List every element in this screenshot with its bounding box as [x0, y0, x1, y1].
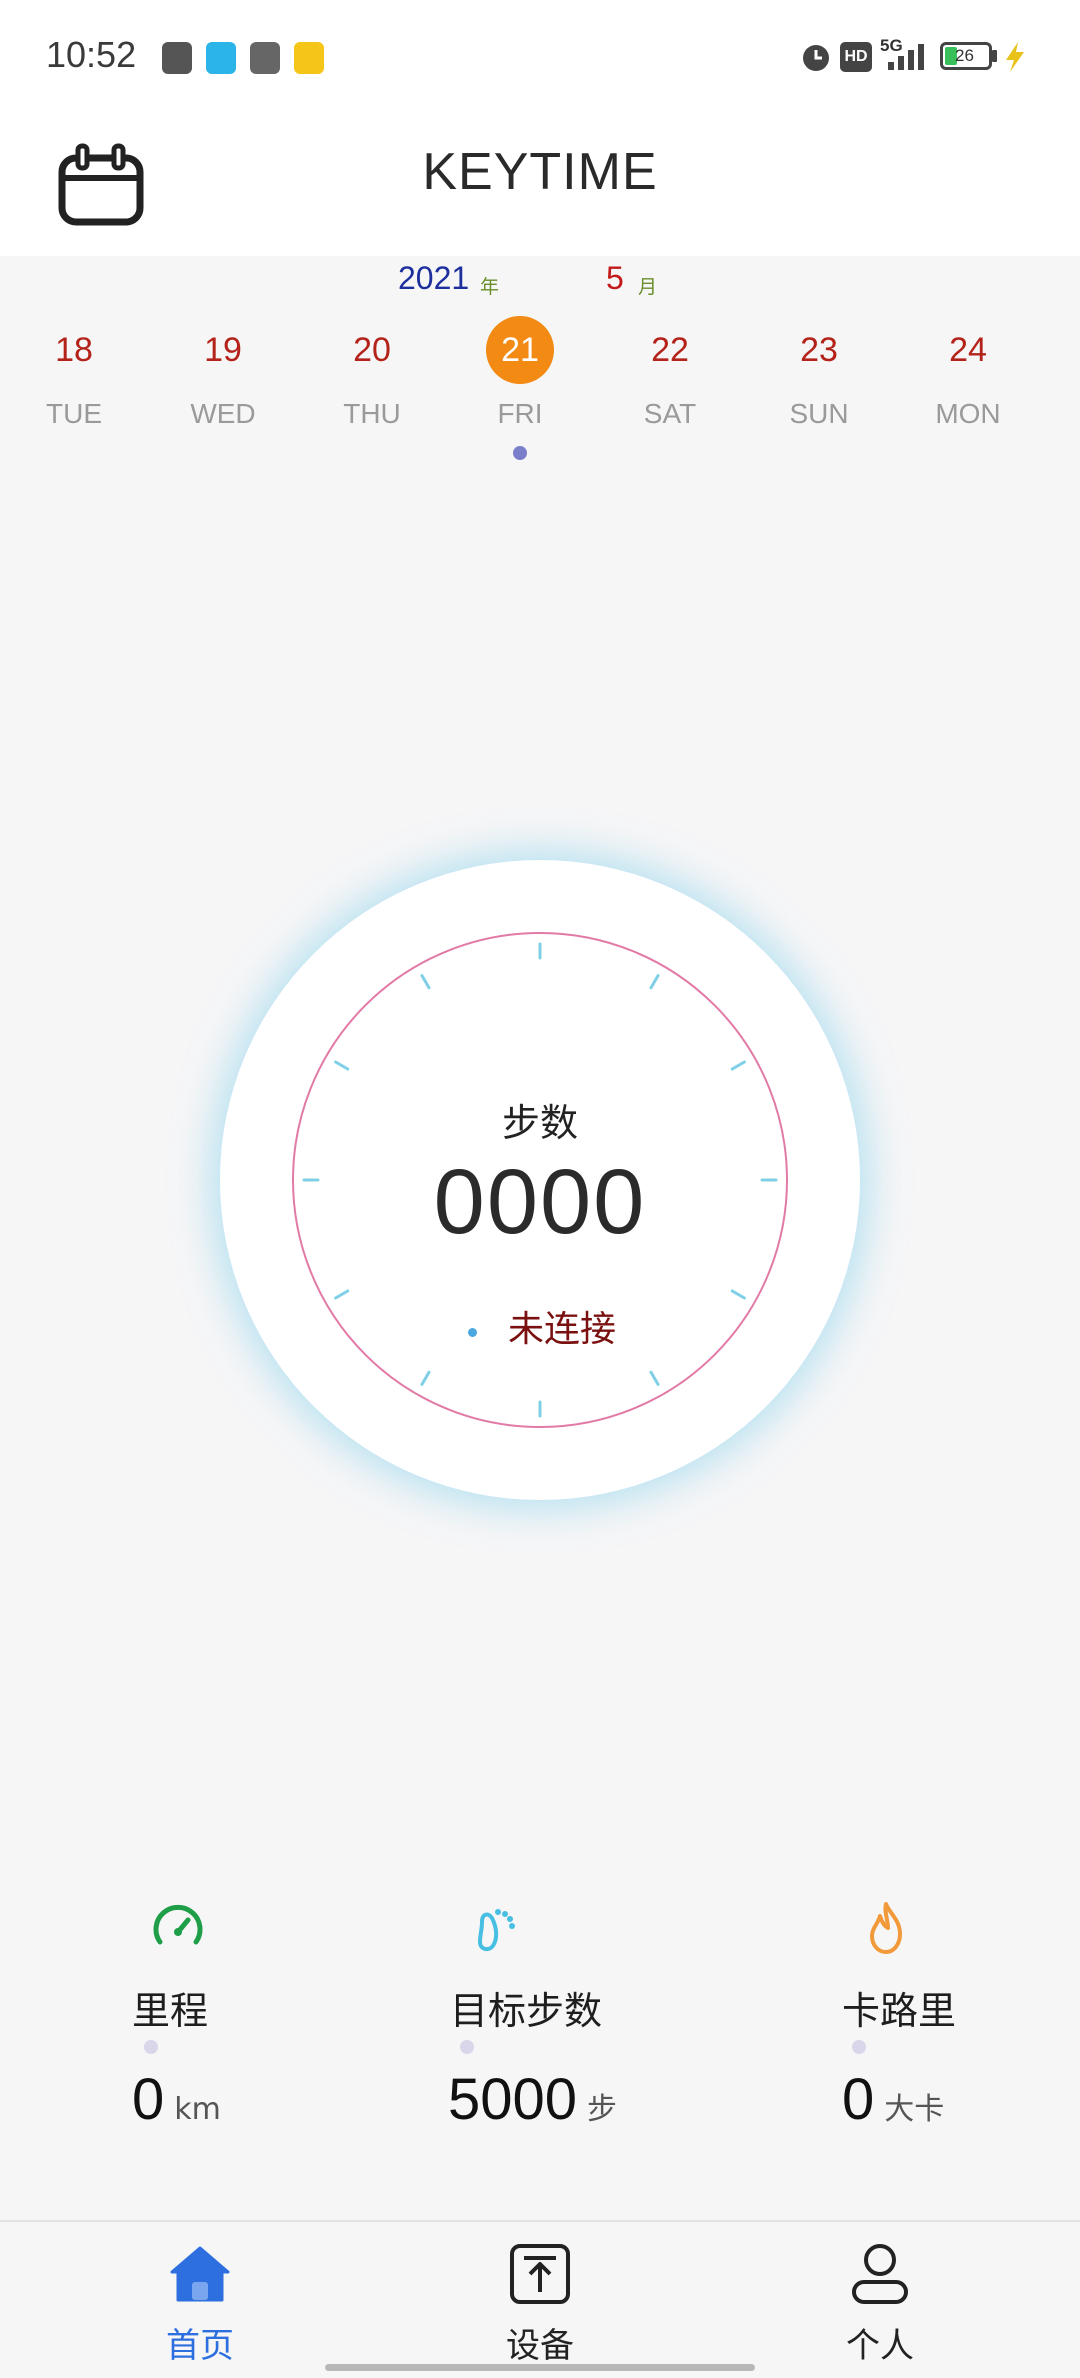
month-value: 5 — [606, 260, 624, 296]
day-weekday: SUN — [789, 398, 849, 429]
signal-icon — [888, 44, 924, 70]
day-22[interactable]: 22 SAT — [610, 316, 730, 456]
gauge-label: 步数 — [501, 1101, 578, 1145]
gauge-tick — [730, 1289, 746, 1300]
status-bar: 10:52 HD 5G 26 — [0, 0, 1080, 120]
nav-profile[interactable]: 个人 — [780, 2222, 980, 2378]
stat-distance: 里程 0 km — [132, 1900, 332, 2140]
stat-value: 0 — [132, 2067, 165, 2132]
day-23[interactable]: 23 SUN — [759, 316, 879, 456]
day-number: 24 — [949, 331, 987, 369]
battery-icon: 26 — [940, 42, 992, 70]
stat-unit: km — [174, 2092, 221, 2127]
day-number: 18 — [55, 331, 93, 369]
notification-app-icon — [250, 42, 280, 74]
day-number: 23 — [800, 331, 838, 369]
connection-status: 未连接 — [508, 1309, 617, 1350]
home-icon — [170, 2246, 230, 2302]
person-icon — [852, 2244, 908, 2304]
step-count: 0000 — [433, 1151, 647, 1253]
day-18[interactable]: 18 TUE — [14, 316, 134, 456]
gauge-tick — [649, 1370, 660, 1386]
gauge-tick — [730, 1060, 746, 1071]
year-unit: 年 — [480, 276, 500, 298]
stat-dot — [144, 2040, 158, 2054]
year-value: 2021 — [398, 260, 470, 296]
day-weekday: FRI — [497, 398, 543, 429]
home-indicator — [325, 2364, 755, 2371]
step-gauge: 步数 0000 未连接 — [220, 860, 860, 1500]
nav-label: 个人 — [846, 2326, 914, 2366]
month-unit: 月 — [638, 276, 658, 298]
stat-label: 里程 — [132, 1989, 209, 2033]
day-weekday: MON — [935, 398, 1001, 429]
hd-badge: HD — [840, 42, 872, 72]
gauge-tick — [334, 1289, 350, 1300]
connection-dot — [468, 1328, 477, 1337]
nav-device[interactable]: 设备 — [440, 2222, 640, 2378]
footprint-icon — [477, 1909, 515, 1951]
stat-value-row: 5000 步 — [448, 2066, 617, 2133]
notification-app-icon — [162, 42, 192, 74]
status-time: 10:52 — [46, 34, 137, 75]
day-number: 22 — [651, 331, 689, 369]
day-20[interactable]: 20 THU — [312, 316, 432, 456]
stat-dot — [460, 2040, 474, 2054]
day-24[interactable]: 24 MON — [908, 316, 1028, 456]
nav-label: 首页 — [166, 2326, 234, 2366]
app-title: KEYTIME — [422, 143, 658, 201]
stat-value-row: 0 大卡 — [842, 2066, 944, 2133]
gauge-tick — [420, 1370, 431, 1386]
gauge-tick — [334, 1060, 350, 1071]
flame-icon — [870, 1902, 902, 1954]
day-weekday: WED — [190, 398, 256, 429]
battery-tip — [992, 50, 997, 62]
stat-value: 0 — [842, 2067, 875, 2132]
nav-home[interactable]: 首页 — [100, 2222, 300, 2378]
day-21-selected[interactable]: 21 FRI — [460, 316, 580, 456]
battery-level: 26 — [955, 46, 974, 65]
stat-value-row: 0 km — [132, 2066, 221, 2133]
speedometer-icon — [153, 1904, 203, 1945]
stat-unit: 步 — [587, 2092, 618, 2127]
day-number: 20 — [353, 331, 391, 369]
day-19[interactable]: 19 WED — [163, 316, 283, 456]
stat-value: 5000 — [448, 2067, 578, 2132]
day-weekday: TUE — [46, 398, 102, 429]
selected-day-indicator — [513, 446, 527, 460]
stat-unit: 大卡 — [884, 2092, 945, 2127]
notification-app-icon — [294, 42, 324, 74]
notification-app-icon — [206, 42, 236, 74]
stat-label: 卡路里 — [842, 1989, 957, 2033]
gauge-tick — [649, 974, 660, 990]
day-weekday: THU — [343, 398, 401, 429]
alarm-icon — [803, 45, 829, 71]
stat-goal-steps: 目标步数 5000 步 — [448, 1900, 688, 2140]
nav-label: 设备 — [506, 2326, 574, 2366]
gauge-tick — [420, 974, 431, 990]
charging-icon — [1006, 42, 1024, 72]
day-number: 19 — [204, 331, 242, 369]
app-header: KEYTIME — [0, 120, 1080, 256]
day-number: 21 — [486, 316, 554, 384]
day-weekday: SAT — [643, 398, 697, 429]
stat-label: 目标步数 — [450, 1989, 603, 2033]
stat-calories: 卡路里 0 大卡 — [842, 1900, 1042, 2140]
bottom-nav: 首页 设备 个人 — [0, 2220, 1080, 2378]
stat-dot — [852, 2040, 866, 2054]
upload-box-icon — [510, 2244, 570, 2304]
year-month-label: 2021 年 5 月 — [0, 260, 1080, 300]
